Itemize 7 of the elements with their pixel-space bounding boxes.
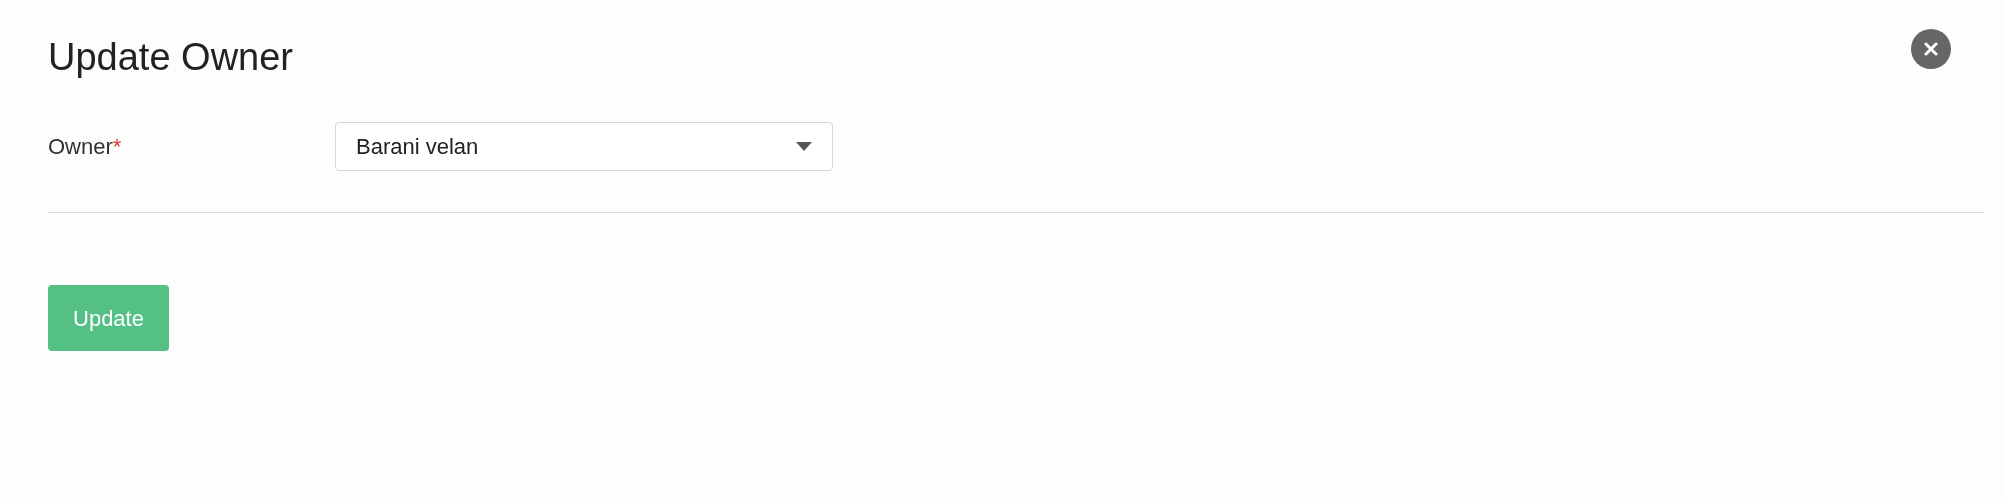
dialog-title: Update Owner (48, 35, 293, 80)
field-label: Owner (48, 133, 113, 161)
caret-icon (796, 142, 812, 151)
required-mark: * (112, 133, 122, 161)
owner-dropdown[interactable]: Barani velan (335, 122, 833, 171)
close-button[interactable] (1911, 29, 1951, 69)
close-icon (1924, 42, 1938, 56)
